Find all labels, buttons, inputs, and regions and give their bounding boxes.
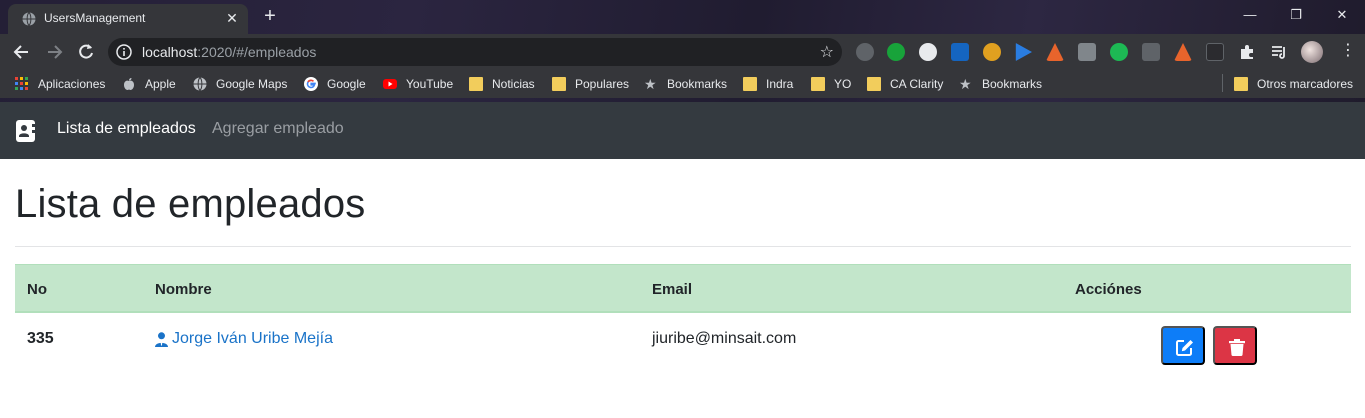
apps-grid-icon [15, 77, 28, 90]
bookmarks-bar: Aplicaciones Apple Google Maps Google Yo… [0, 70, 1365, 98]
extension-icon[interactable] [1015, 43, 1032, 61]
nav-link-agregar-empleado[interactable]: Agregar empleado [212, 120, 344, 138]
column-header-email: Email [652, 281, 693, 298]
bookmark-star-icon[interactable]: ☆ [820, 42, 834, 62]
employee-no: 335 [27, 330, 54, 347]
bookmark-item[interactable]: Google [304, 76, 366, 92]
bookmark-folder[interactable]: YO [811, 76, 851, 92]
bookmark-folder-other[interactable]: Otros marcadores [1234, 76, 1353, 92]
bookmark-item[interactable]: ★ Bookmarks [959, 76, 1042, 92]
window-close-icon[interactable]: ✕ [1319, 0, 1365, 32]
bookmark-item[interactable]: Google Maps [193, 76, 287, 92]
forward-icon[interactable] [44, 42, 64, 62]
media-control-icon[interactable] [1270, 43, 1288, 61]
browser-chrome: UsersManagement ✕ + — ❐ ✕ localhost:2020… [0, 0, 1365, 102]
globe-icon [22, 12, 36, 26]
column-header-no: No [27, 281, 47, 298]
folder-icon [743, 77, 757, 91]
extension-icon[interactable] [983, 43, 1001, 61]
user-tie-icon [155, 331, 168, 347]
table-row: 335 Jorge Iván Uribe Mejía jiuribe@minsa… [15, 314, 1351, 366]
extension-icon[interactable] [1206, 43, 1224, 61]
extension-icon[interactable] [1110, 43, 1128, 61]
close-tab-icon[interactable]: ✕ [224, 10, 240, 26]
bookmark-folder[interactable]: Populares [552, 76, 629, 92]
browser-toolbar: localhost:2020/#/empleados ☆ ⋮ [0, 34, 1365, 70]
bookmark-folder[interactable]: Noticias [469, 76, 535, 92]
folder-icon [811, 77, 825, 91]
employee-name-link[interactable]: Jorge Iván Uribe Mejía [155, 330, 333, 348]
extension-icon[interactable] [887, 43, 905, 61]
more-menu-icon[interactable]: ⋮ [1340, 42, 1356, 60]
extension-icon[interactable] [856, 43, 874, 61]
apple-icon [124, 78, 134, 90]
trash-icon [1229, 339, 1245, 356]
folder-icon [552, 77, 566, 91]
google-icon [304, 77, 318, 91]
bookmarks-divider [1222, 74, 1223, 92]
tab-title: UsersManagement [44, 11, 146, 25]
extension-icon[interactable] [1174, 43, 1192, 61]
divider [15, 246, 1351, 247]
bookmark-item[interactable]: ★ Bookmarks [644, 76, 727, 92]
address-card-icon[interactable] [16, 120, 35, 142]
bookmark-item[interactable]: Aplicaciones [15, 76, 105, 92]
back-icon[interactable] [12, 42, 32, 62]
page-title: Lista de empleados [15, 182, 366, 226]
profile-avatar[interactable] [1301, 41, 1323, 63]
extension-icon[interactable] [951, 43, 969, 61]
youtube-icon [383, 79, 397, 89]
bookmark-item[interactable]: YouTube [383, 76, 453, 92]
folder-icon [1234, 77, 1248, 91]
column-header-nombre: Nombre [155, 281, 212, 298]
site-info-icon[interactable] [116, 44, 132, 60]
employee-email: jiuribe@minsait.com [652, 330, 797, 347]
extension-icon[interactable] [1142, 43, 1160, 61]
bookmark-folder[interactable]: Indra [743, 76, 793, 92]
edit-icon [1176, 340, 1193, 356]
url-text: localhost:2020/#/empleados [142, 44, 317, 60]
minimize-icon[interactable]: — [1227, 0, 1273, 32]
table-header-row: No Nombre Email Acciónes [15, 264, 1351, 313]
reload-icon[interactable] [76, 42, 96, 62]
globe-icon [193, 77, 207, 91]
bookmark-folder[interactable]: CA Clarity [867, 76, 943, 92]
browser-tab[interactable]: UsersManagement ✕ [8, 4, 248, 34]
address-bar[interactable]: localhost:2020/#/empleados ☆ [108, 38, 842, 66]
new-tab-icon[interactable]: + [260, 6, 280, 26]
star-icon: ★ [959, 76, 972, 92]
app-navbar: Lista de empleados Agregar empleado [0, 102, 1365, 159]
bookmark-item[interactable]: Apple [122, 76, 176, 92]
puzzle-icon[interactable] [1238, 43, 1256, 61]
extension-icon[interactable] [1046, 43, 1064, 61]
extension-icon[interactable] [1078, 43, 1096, 61]
edit-button[interactable] [1161, 326, 1205, 365]
folder-icon [469, 77, 483, 91]
extension-icon[interactable] [919, 43, 937, 61]
nav-link-lista-empleados[interactable]: Lista de empleados [57, 120, 196, 138]
column-header-acciones: Acciónes [1075, 281, 1142, 298]
star-icon: ★ [644, 76, 657, 92]
restore-icon[interactable]: ❐ [1273, 0, 1319, 32]
folder-icon [867, 77, 881, 91]
delete-button[interactable] [1213, 326, 1257, 365]
